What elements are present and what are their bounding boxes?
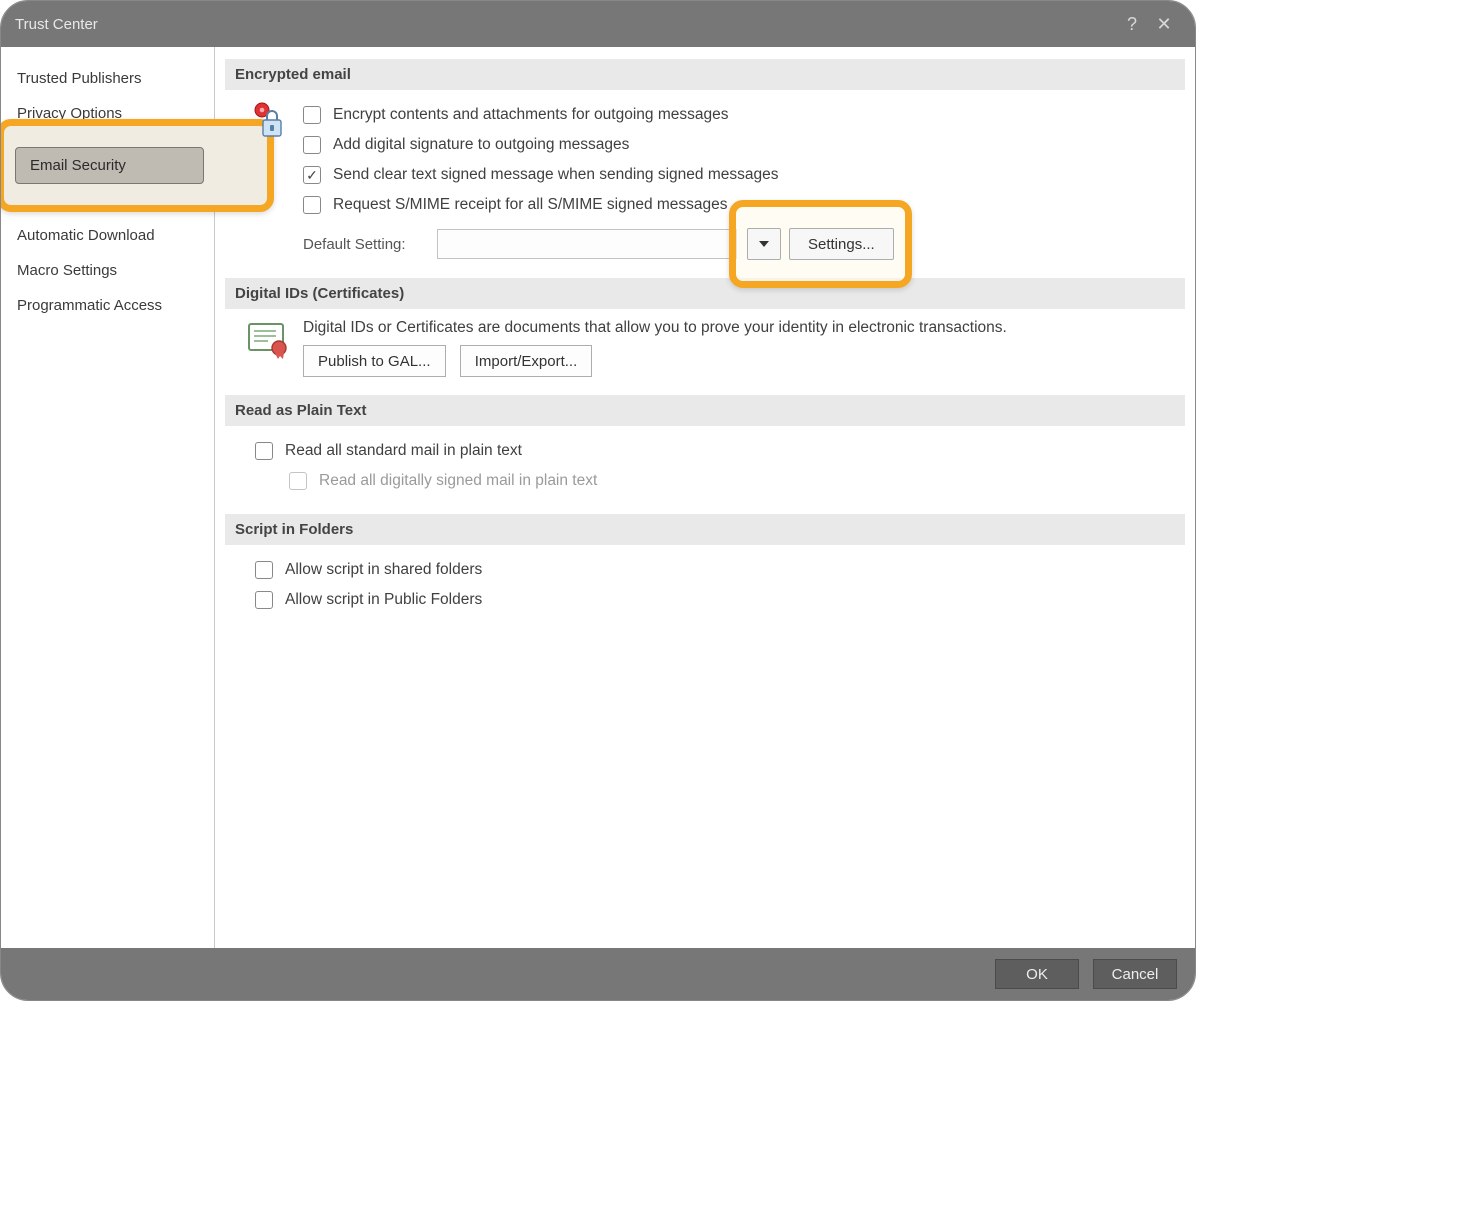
checkbox-encrypt-contents[interactable]: Encrypt contents and attachments for out… [303,100,1177,130]
section-header-digital-ids: Digital IDs (Certificates) [225,278,1185,309]
checkbox-read-standard-plain[interactable]: Read all standard mail in plain text [255,436,1177,466]
chevron-down-icon [759,241,769,247]
sidebar-item-email-security[interactable]: Email Security [15,147,204,184]
sidebar: Trusted Publishers Privacy Options Email… [1,47,215,948]
dropdown-toggle-button[interactable] [747,228,781,260]
default-setting-dropdown[interactable] [437,229,737,259]
checkbox-icon [303,106,321,124]
window-title: Trust Center [15,16,1117,33]
sidebar-item-automatic-download[interactable]: Automatic Download [1,218,214,253]
section-header-plain-text: Read as Plain Text [225,395,1185,426]
checkbox-send-clear-text[interactable]: Send clear text signed message when send… [303,160,1177,190]
digital-ids-description: Digital IDs or Certificates are document… [303,319,1177,337]
checkbox-icon [255,591,273,609]
settings-button[interactable]: Settings... [789,228,894,260]
publish-to-gal-button[interactable]: Publish to GAL... [303,345,446,377]
dialog-footer: OK Cancel [1,948,1195,1000]
checkbox-script-shared-folders[interactable]: Allow script in shared folders [255,555,1177,585]
checkbox-script-public-folders[interactable]: Allow script in Public Folders [255,585,1177,615]
section-header-script-folders: Script in Folders [225,514,1185,545]
certificate-icon [246,321,290,363]
sidebar-item-macro-settings[interactable]: Macro Settings [1,253,214,288]
checkbox-add-digital-signature[interactable]: Add digital signature to outgoing messag… [303,130,1177,160]
lock-pin-icon [251,102,285,146]
trust-center-dialog: Trust Center ? ✕ Trusted Publishers Priv… [0,0,1196,1001]
sidebar-item-trusted-publishers[interactable]: Trusted Publishers [1,61,214,96]
checkbox-icon [303,136,321,154]
cancel-button[interactable]: Cancel [1093,959,1177,989]
sidebar-item-email-security-highlight: Email Security [1,147,214,184]
checkbox-icon [255,442,273,460]
default-setting-label: Default Setting: [303,236,421,253]
help-icon[interactable]: ? [1117,14,1147,35]
checkbox-icon [303,166,321,184]
ok-button[interactable]: OK [995,959,1079,989]
checkbox-icon [289,472,307,490]
checkbox-read-signed-plain: Read all digitally signed mail in plain … [289,466,1177,496]
content-panel: Encrypted email [215,47,1195,948]
sidebar-item-programmatic-access[interactable]: Programmatic Access [1,288,214,323]
import-export-button[interactable]: Import/Export... [460,345,593,377]
close-icon[interactable]: ✕ [1147,15,1181,33]
section-header-encrypted-email: Encrypted email [225,59,1185,90]
titlebar: Trust Center ? ✕ [1,1,1195,47]
checkbox-icon [303,196,321,214]
checkbox-icon [255,561,273,579]
